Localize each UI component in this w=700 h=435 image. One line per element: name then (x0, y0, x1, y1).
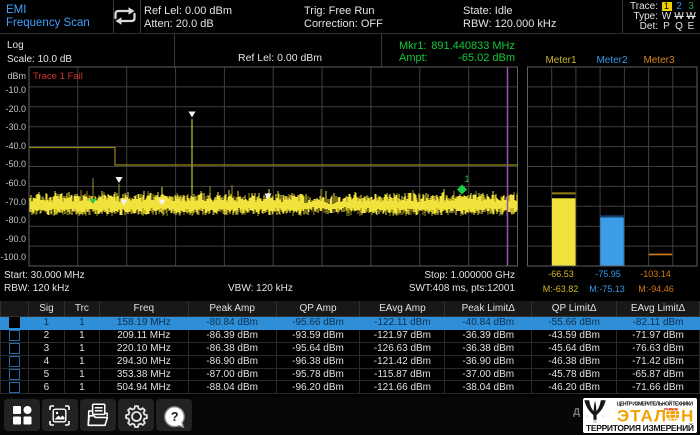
svg-text:ТЕРРИТОРИЯ ИЗМЕРЕНИЙ: ТЕРРИТОРИЯ ИЗМЕРЕНИЙ (586, 422, 694, 433)
svg-text:?: ? (171, 410, 179, 424)
svg-text:1: 1 (465, 174, 470, 184)
svg-text:ПРИБОР: ПРИБОР (664, 407, 679, 411)
